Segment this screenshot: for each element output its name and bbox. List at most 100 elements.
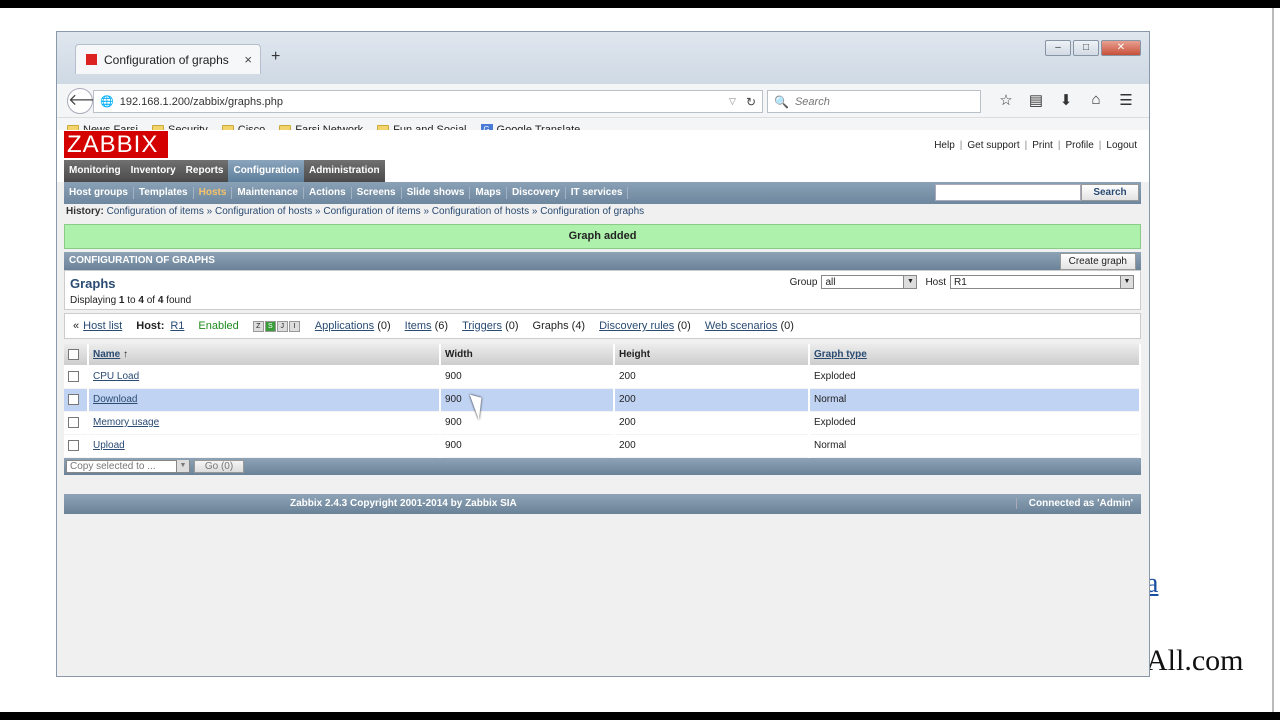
back-button[interactable]: 🡐 xyxy=(67,88,111,114)
go-button[interactable]: Go (0) xyxy=(194,459,244,473)
history-item[interactable]: Configuration of hosts xyxy=(432,206,529,217)
history-item[interactable]: Configuration of graphs xyxy=(540,206,644,217)
new-tab-button[interactable]: + xyxy=(271,48,280,66)
browser-search-input[interactable] xyxy=(794,95,975,108)
graph-type: Normal xyxy=(809,434,1141,458)
reading-list-icon[interactable]: ▤ xyxy=(1021,91,1051,109)
host-list-link[interactable]: Host list xyxy=(83,320,122,332)
group-label: Group xyxy=(789,276,818,288)
tab-title: Configuration of graphs xyxy=(104,52,229,67)
create-graph-button[interactable]: Create graph xyxy=(1059,253,1136,270)
row-checkbox[interactable] xyxy=(68,370,79,382)
submenu-it-services[interactable]: IT services xyxy=(566,187,629,199)
connected-user: Connected as 'Admin' xyxy=(1015,498,1133,509)
width-header: Width xyxy=(440,344,615,365)
sub-menu: Host groups Templates Hosts Maintenance … xyxy=(64,182,1141,204)
logout-link[interactable]: Logout xyxy=(1106,140,1137,151)
help-link[interactable]: Help xyxy=(934,140,955,151)
submenu-host-groups[interactable]: Host groups xyxy=(64,187,134,199)
row-checkbox[interactable] xyxy=(68,416,79,428)
menu-configuration[interactable]: Configuration xyxy=(228,160,305,182)
zabbix-agent-icon: Z xyxy=(252,320,264,332)
download-icon[interactable]: ⬇ xyxy=(1051,91,1081,109)
url-text[interactable]: 192.168.1.200/zabbix/graphs.php xyxy=(120,96,729,108)
submenu-slide-shows[interactable]: Slide shows xyxy=(402,187,471,199)
graph-name-link[interactable]: CPU Load xyxy=(93,371,139,382)
get-support-link[interactable]: Get support xyxy=(967,140,1019,151)
close-window-button[interactable]: ✕ xyxy=(1101,40,1141,56)
history-label: History: xyxy=(66,206,104,217)
jmx-icon: J xyxy=(276,320,288,332)
graph-name-link[interactable]: Memory usage xyxy=(93,417,159,428)
submenu-templates[interactable]: Templates xyxy=(134,187,194,199)
minimize-button[interactable]: – xyxy=(1045,40,1071,56)
zabbix-favicon-icon xyxy=(86,54,97,65)
triggers-link[interactable]: Triggers xyxy=(462,320,502,332)
select-all-cell xyxy=(64,344,89,365)
zabbix-logo[interactable]: ZABBIX xyxy=(64,131,168,158)
print-link[interactable]: Print xyxy=(1032,140,1053,151)
menu-inventory[interactable]: Inventory xyxy=(125,160,181,182)
graph-name-link[interactable]: Upload xyxy=(93,440,125,451)
submenu-screens[interactable]: Screens xyxy=(352,187,402,199)
host-select[interactable]: R1 ▼ xyxy=(950,275,1134,289)
host-label: Host xyxy=(925,276,946,288)
address-bar[interactable]: 🌐 192.168.1.200/zabbix/graphs.php ▽ ↻ xyxy=(93,90,763,113)
menu-monitoring[interactable]: Monitoring xyxy=(64,160,126,182)
chevron-down-icon: ▼ xyxy=(176,460,189,472)
zabbix-search-input[interactable] xyxy=(935,184,1081,201)
zabbix-search-button[interactable]: Search xyxy=(1081,184,1139,201)
graph-type: Exploded xyxy=(809,365,1141,389)
tab-close-icon[interactable]: × xyxy=(244,52,260,67)
name-header[interactable]: Name ↑ xyxy=(88,344,441,365)
applications-link[interactable]: Applications xyxy=(315,320,374,332)
table-actions-bar: Copy selected to ... ▼ Go (0) xyxy=(64,457,1141,475)
discovery-rules-link[interactable]: Discovery rules xyxy=(599,320,674,332)
menu-icon[interactable]: ☰ xyxy=(1111,91,1141,109)
url-dropdown-icon[interactable]: ▽ xyxy=(729,96,736,107)
zabbix-search: Search xyxy=(935,184,1139,201)
submenu-discovery[interactable]: Discovery xyxy=(507,187,566,199)
zabbix-page: ZABBIX Help | Get support | Print | Profile | Lo… xyxy=(57,130,1149,676)
reload-icon[interactable]: ↻ xyxy=(746,95,756,109)
zabbix-header: ZABBIX Help | Get support | Print | Profile | Lo… xyxy=(57,130,1149,160)
maximize-button[interactable]: □ xyxy=(1073,40,1099,56)
profile-link[interactable]: Profile xyxy=(1065,140,1093,151)
web-scenarios-link[interactable]: Web scenarios xyxy=(705,320,778,332)
top-links: Help | Get support | Print | Profile | Logout xyxy=(934,140,1137,151)
menu-administration[interactable]: Administration xyxy=(304,160,385,182)
history-item[interactable]: Configuration of items xyxy=(107,206,204,217)
table-header-row: Name ↑ Width Height Graph type xyxy=(64,344,1141,365)
select-all-checkbox[interactable] xyxy=(68,348,79,360)
browser-tab[interactable]: Configuration of graphs × xyxy=(75,44,261,74)
host-name-link[interactable]: R1 xyxy=(170,320,184,332)
graph-type-header[interactable]: Graph type xyxy=(809,344,1141,365)
group-select[interactable]: all ▼ xyxy=(821,275,918,289)
submenu-actions[interactable]: Actions xyxy=(304,187,352,199)
menu-reports[interactable]: Reports xyxy=(180,160,229,182)
items-link[interactable]: Items xyxy=(405,320,432,332)
graphs-title: Graphs xyxy=(70,276,116,291)
browser-window: Configuration of graphs × + – □ ✕ 🡐 🌐 19… xyxy=(56,31,1150,677)
displaying-count: Displaying 1 to 4 of 4 found xyxy=(70,295,192,306)
history-item[interactable]: Configuration of hosts xyxy=(215,206,312,217)
bookmark-star-icon[interactable]: ☆ xyxy=(991,91,1021,109)
host-status[interactable]: Enabled xyxy=(198,320,238,332)
browser-search-box[interactable]: 🔍 xyxy=(767,90,981,113)
search-icon: 🔍 xyxy=(774,94,789,109)
table-row: Download 900 200 Normal xyxy=(64,388,1141,412)
row-checkbox[interactable] xyxy=(68,439,79,451)
submenu-hosts[interactable]: Hosts xyxy=(194,187,233,199)
home-icon[interactable]: ⌂ xyxy=(1081,91,1111,109)
submenu-maps[interactable]: Maps xyxy=(470,187,507,199)
submenu-maintenance[interactable]: Maintenance xyxy=(232,187,304,199)
copyright-text: Zabbix 2.4.3 Copyright 2001-2014 by Zabb… xyxy=(290,498,517,509)
table-row: Upload 900 200 Normal xyxy=(64,434,1141,458)
history-item[interactable]: Configuration of items xyxy=(323,206,420,217)
action-select[interactable]: Copy selected to ... ▼ xyxy=(66,459,190,473)
graph-name-link[interactable]: Download xyxy=(93,394,137,405)
graph-height: 200 xyxy=(614,365,810,389)
main-menu: Monitoring Inventory Reports Configurati… xyxy=(57,160,1149,182)
row-checkbox[interactable] xyxy=(68,393,79,405)
back-arrow-icon: « xyxy=(73,320,80,332)
